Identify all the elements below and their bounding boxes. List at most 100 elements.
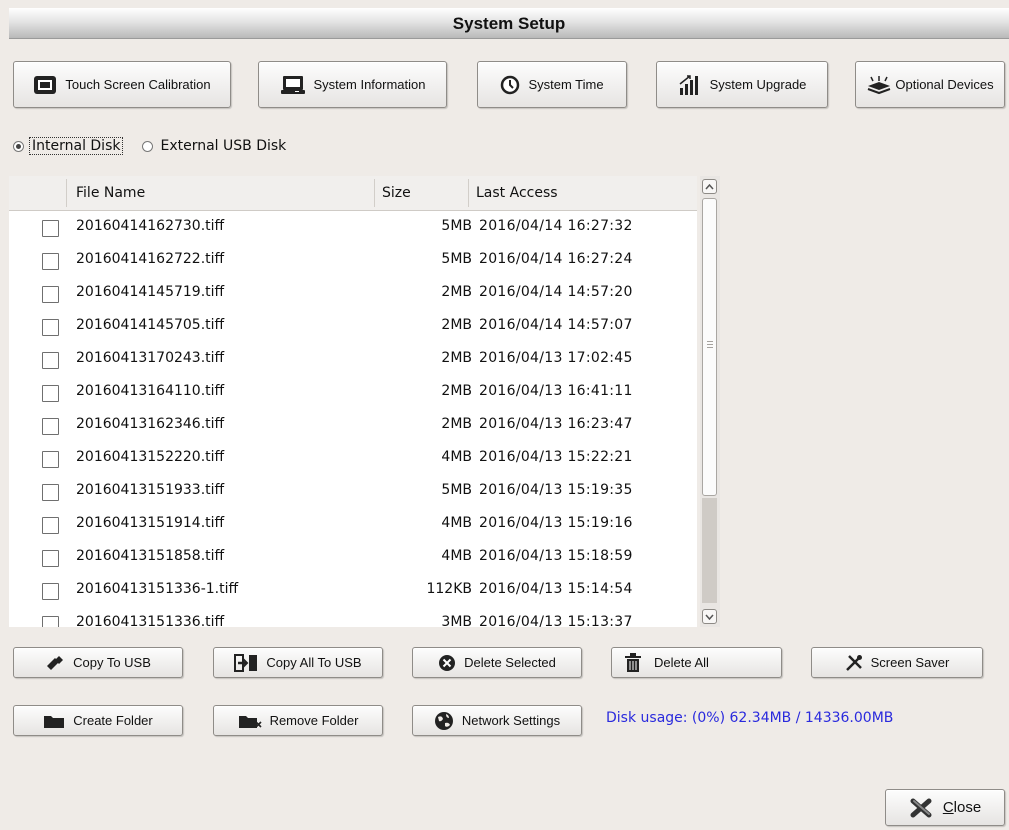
create-folder-label: Create Folder bbox=[73, 713, 153, 728]
internal-disk-label[interactable]: Internal Disk bbox=[29, 137, 124, 155]
file-last-access: 2016/04/14 16:27:24 bbox=[479, 251, 633, 267]
table-row[interactable]: 20160413164110.tiff 2MB 2016/04/13 16:41… bbox=[9, 375, 697, 408]
column-header-size[interactable]: Size bbox=[382, 185, 411, 201]
laptop-icon bbox=[280, 75, 306, 95]
disk-usage-text: Disk usage: (0%) 62.34MB / 14336.00MB bbox=[606, 710, 894, 726]
file-name: 20160413151858.tiff bbox=[76, 548, 225, 564]
table-row[interactable]: 20160413151858.tiff 4MB 2016/04/13 15:18… bbox=[9, 540, 697, 573]
file-last-access: 2016/04/14 14:57:07 bbox=[479, 317, 633, 333]
monitor-icon bbox=[33, 75, 57, 95]
system-time-label: System Time bbox=[528, 77, 604, 92]
file-last-access: 2016/04/13 16:41:11 bbox=[479, 383, 633, 399]
table-row[interactable]: 20160414145705.tiff 2MB 2016/04/14 14:57… bbox=[9, 309, 697, 342]
screen-saver-button[interactable]: Screen Saver bbox=[811, 647, 983, 678]
table-row[interactable]: 20160413151336-1.tiff 112KB 2016/04/13 1… bbox=[9, 573, 697, 606]
file-size: 5MB bbox=[441, 251, 472, 267]
file-size: 5MB bbox=[441, 482, 472, 498]
file-name: 20160413164110.tiff bbox=[76, 383, 225, 399]
file-name: 20160413151336-1.tiff bbox=[76, 581, 239, 597]
file-last-access: 2016/04/14 14:57:20 bbox=[479, 284, 633, 300]
file-size: 2MB bbox=[441, 317, 472, 333]
file-name: 20160413170243.tiff bbox=[76, 350, 225, 366]
row-checkbox[interactable] bbox=[42, 484, 59, 501]
file-name: 20160414145719.tiff bbox=[76, 284, 225, 300]
scroll-up-button[interactable] bbox=[702, 179, 717, 194]
file-size: 2MB bbox=[441, 284, 472, 300]
copy-to-usb-button[interactable]: Copy To USB bbox=[13, 647, 183, 678]
chevron-up-icon bbox=[705, 183, 714, 190]
file-name: 20160414145705.tiff bbox=[76, 317, 225, 333]
row-checkbox[interactable] bbox=[42, 352, 59, 369]
scroll-down-button[interactable] bbox=[702, 609, 717, 624]
disk-selector: Internal Disk External USB Disk bbox=[13, 136, 286, 156]
create-folder-button[interactable]: Create Folder bbox=[13, 705, 183, 736]
table-row[interactable]: 20160414162722.tiff 5MB 2016/04/14 16:27… bbox=[9, 243, 697, 276]
row-checkbox[interactable] bbox=[42, 253, 59, 270]
remove-folder-label: Remove Folder bbox=[269, 713, 359, 728]
copy-all-icon bbox=[234, 653, 258, 672]
row-checkbox[interactable] bbox=[42, 616, 59, 627]
system-upgrade-button[interactable]: System Upgrade bbox=[656, 61, 828, 108]
row-checkbox[interactable] bbox=[42, 319, 59, 336]
table-row[interactable]: 20160413151933.tiff 5MB 2016/04/13 15:19… bbox=[9, 474, 697, 507]
delete-selected-button[interactable]: Delete Selected bbox=[412, 647, 582, 678]
row-checkbox[interactable] bbox=[42, 385, 59, 402]
clock-icon bbox=[500, 75, 520, 95]
row-checkbox[interactable] bbox=[42, 451, 59, 468]
table-row[interactable]: 20160413152220.tiff 4MB 2016/04/13 15:22… bbox=[9, 441, 697, 474]
table-row[interactable]: 20160413151914.tiff 4MB 2016/04/13 15:19… bbox=[9, 507, 697, 540]
column-header-last-access[interactable]: Last Access bbox=[476, 185, 558, 201]
table-row[interactable]: 20160414145719.tiff 2MB 2016/04/14 14:57… bbox=[9, 276, 697, 309]
file-name: 20160413162346.tiff bbox=[76, 416, 225, 432]
external-usb-disk-label[interactable]: External USB Disk bbox=[160, 138, 286, 154]
file-last-access: 2016/04/13 17:02:45 bbox=[479, 350, 633, 366]
row-checkbox[interactable] bbox=[42, 418, 59, 435]
row-checkbox[interactable] bbox=[42, 583, 59, 600]
file-list: File Name Size Last Access 2016041416273… bbox=[9, 176, 697, 627]
delete-selected-label: Delete Selected bbox=[464, 655, 556, 670]
file-name: 20160414162722.tiff bbox=[76, 251, 225, 267]
table-row[interactable]: 20160413151336.tiff 3MB 2016/04/13 15:13… bbox=[9, 606, 697, 627]
touch-screen-calibration-button[interactable]: Touch Screen Calibration bbox=[13, 61, 231, 108]
network-settings-button[interactable]: Network Settings bbox=[412, 705, 582, 736]
system-time-button[interactable]: System Time bbox=[477, 61, 627, 108]
row-checkbox[interactable] bbox=[42, 220, 59, 237]
signal-bars-icon bbox=[678, 74, 702, 96]
folder-remove-icon bbox=[238, 713, 262, 729]
remove-folder-button[interactable]: Remove Folder bbox=[213, 705, 383, 736]
internal-disk-radio[interactable] bbox=[13, 140, 24, 152]
file-last-access: 2016/04/14 16:27:32 bbox=[479, 218, 633, 234]
file-last-access: 2016/04/13 15:18:59 bbox=[479, 548, 633, 564]
copy-to-usb-label: Copy To USB bbox=[73, 655, 151, 670]
file-size: 5MB bbox=[441, 218, 472, 234]
table-row[interactable]: 20160413170243.tiff 2MB 2016/04/13 17:02… bbox=[9, 342, 697, 375]
file-size: 4MB bbox=[441, 449, 472, 465]
chevron-down-icon bbox=[705, 614, 714, 620]
system-information-button[interactable]: System Information bbox=[258, 61, 447, 108]
file-name: 20160413152220.tiff bbox=[76, 449, 225, 465]
file-size: 2MB bbox=[441, 416, 472, 432]
optional-devices-button[interactable]: Optional Devices bbox=[855, 61, 1005, 108]
touch-screen-calibration-label: Touch Screen Calibration bbox=[65, 77, 211, 92]
copy-all-to-usb-button[interactable]: Copy All To USB bbox=[213, 647, 383, 678]
row-checkbox[interactable] bbox=[42, 517, 59, 534]
row-checkbox[interactable] bbox=[42, 286, 59, 303]
file-list-scrollbar[interactable] bbox=[700, 176, 720, 627]
row-checkbox[interactable] bbox=[42, 550, 59, 567]
close-button[interactable]: Close bbox=[885, 789, 1005, 826]
system-information-label: System Information bbox=[313, 77, 426, 92]
file-size: 4MB bbox=[441, 515, 472, 531]
scroll-track[interactable] bbox=[702, 498, 717, 603]
file-size: 112KB bbox=[426, 581, 472, 597]
file-last-access: 2016/04/13 16:23:47 bbox=[479, 416, 633, 432]
scroll-thumb[interactable] bbox=[702, 198, 717, 496]
file-name: 20160414162730.tiff bbox=[76, 218, 225, 234]
table-row[interactable]: 20160413162346.tiff 2MB 2016/04/13 16:23… bbox=[9, 408, 697, 441]
delete-all-button[interactable]: Delete All bbox=[611, 647, 782, 678]
file-name: 20160413151914.tiff bbox=[76, 515, 225, 531]
external-usb-disk-radio[interactable] bbox=[142, 140, 154, 152]
table-row[interactable]: 20160414162730.tiff 5MB 2016/04/14 16:27… bbox=[9, 210, 697, 243]
column-header-file-name[interactable]: File Name bbox=[76, 185, 145, 201]
file-last-access: 2016/04/13 15:13:37 bbox=[479, 614, 633, 627]
close-x-icon bbox=[909, 797, 935, 819]
